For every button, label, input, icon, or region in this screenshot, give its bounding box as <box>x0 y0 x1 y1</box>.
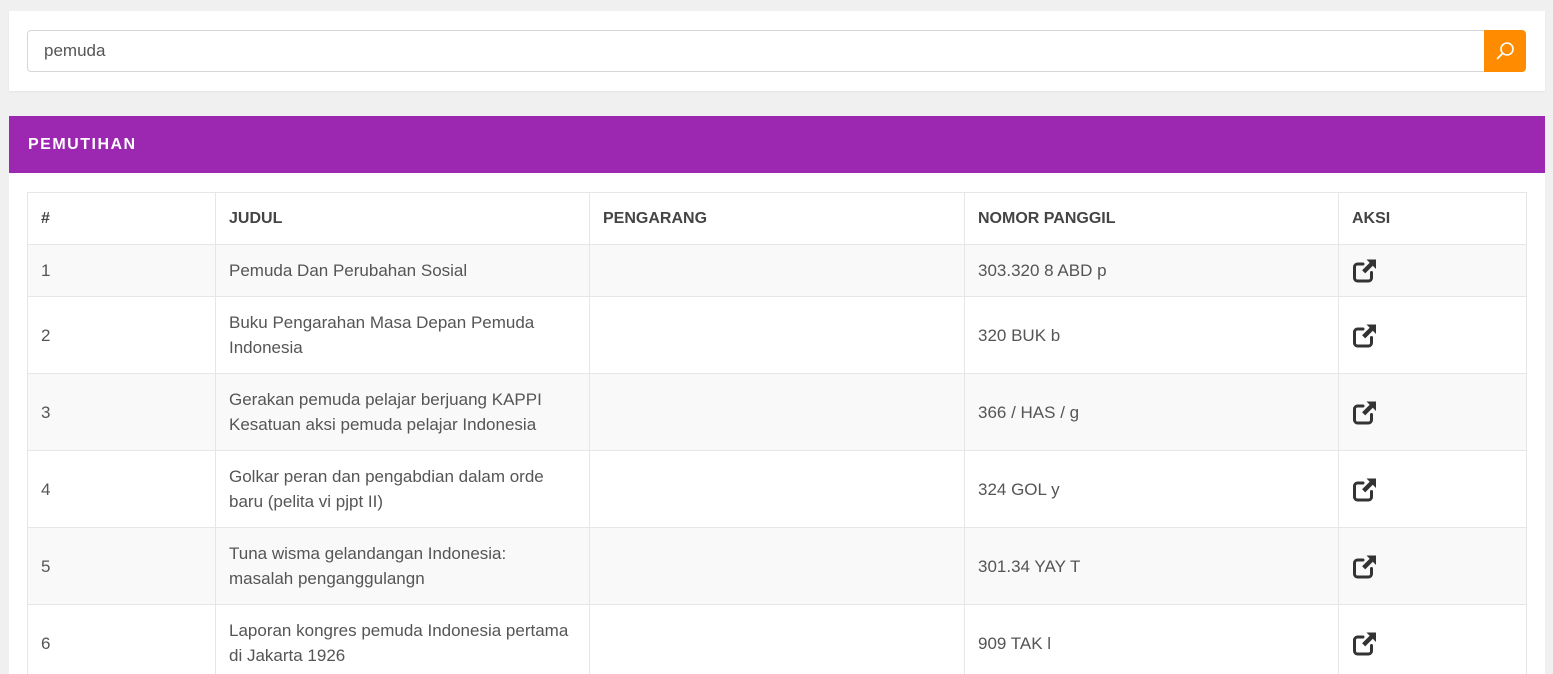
author <box>589 527 965 605</box>
action-cell <box>1338 244 1527 297</box>
author <box>589 296 965 374</box>
book-title-cell: Golkar peran dan pengabdian dalam orde b… <box>215 450 590 528</box>
call-number: 324 GOL y <box>964 450 1339 528</box>
column-header-call-number: NOMOR PANGGIL <box>964 192 1339 245</box>
table-row: 2 Buku Pengarahan Masa Depan Pemuda Indo… <box>27 296 1527 374</box>
action-cell <box>1338 450 1527 528</box>
row-number: 3 <box>27 373 216 451</box>
search-input[interactable] <box>27 30 1484 72</box>
author <box>589 244 965 297</box>
table-row: 4 Golkar peran dan pengabdian dalam orde… <box>27 450 1527 528</box>
book-title-cell: Pemuda Dan Perubahan Sosial <box>215 244 590 297</box>
call-number: 909 TAK l <box>964 604 1339 674</box>
search-card <box>9 11 1545 91</box>
open-detail-button[interactable] <box>1352 258 1378 283</box>
action-cell <box>1338 527 1527 605</box>
panel-body: # JUDUL PENGARANG NOMOR PANGGIL AKSI 1 P… <box>9 173 1545 674</box>
book-title: Pemuda Dan Perubahan Sosial <box>229 261 468 280</box>
external-link-icon[interactable] <box>1352 400 1378 425</box>
external-link-icon[interactable] <box>1352 631 1378 656</box>
call-number: 301.34 YAY T <box>964 527 1339 605</box>
book-title: Buku Pengarahan Masa Depan Pemuda Indone… <box>229 313 535 357</box>
external-link-icon[interactable] <box>1352 258 1378 283</box>
action-cell <box>1338 604 1527 674</box>
call-number: 366 / HAS / g <box>964 373 1339 451</box>
external-link-icon[interactable] <box>1352 323 1378 348</box>
book-title-cell: Tuna wisma gelandangan Indonesia: masala… <box>215 527 590 605</box>
open-detail-button[interactable] <box>1352 477 1378 502</box>
open-detail-button[interactable] <box>1352 400 1378 425</box>
row-number: 2 <box>27 296 216 374</box>
results-table: # JUDUL PENGARANG NOMOR PANGGIL AKSI 1 P… <box>27 192 1527 674</box>
action-cell <box>1338 373 1527 451</box>
row-number: 5 <box>27 527 216 605</box>
column-header-title: JUDUL <box>215 192 590 245</box>
book-title: Golkar peran dan pengabdian dalam orde b… <box>229 467 544 511</box>
call-number: 303.320 8 ABD p <box>964 244 1339 297</box>
results-panel: PEMUTIHAN # JUDUL PENGARANG NOMOR PANGGI… <box>9 116 1545 674</box>
action-cell <box>1338 296 1527 374</box>
external-link-icon[interactable] <box>1352 554 1378 579</box>
book-title-cell: Laporan kongres pemuda Indonesia pertama… <box>215 604 590 674</box>
column-header-number: # <box>27 192 216 245</box>
row-number: 6 <box>27 604 216 674</box>
table-header-row: # JUDUL PENGARANG NOMOR PANGGIL AKSI <box>27 192 1527 245</box>
column-header-action: AKSI <box>1338 192 1527 245</box>
book-title: Laporan kongres pemuda Indonesia pertama… <box>229 621 569 665</box>
table-row: 3 Gerakan pemuda pelajar berjuang KAPPI … <box>27 373 1527 451</box>
column-header-author: PENGARANG <box>589 192 965 245</box>
search-button[interactable] <box>1484 30 1526 72</box>
row-number: 1 <box>27 244 216 297</box>
table-row: 6 Laporan kongres pemuda Indonesia perta… <box>27 604 1527 674</box>
open-detail-button[interactable] <box>1352 554 1378 579</box>
open-detail-button[interactable] <box>1352 631 1378 656</box>
panel-title: PEMUTIHAN <box>9 116 1545 173</box>
table-row: 1 Pemuda Dan Perubahan Sosial 303.320 8 … <box>27 244 1527 297</box>
author <box>589 450 965 528</box>
call-number: 320 BUK b <box>964 296 1339 374</box>
author <box>589 373 965 451</box>
table-row: 5 Tuna wisma gelandangan Indonesia: masa… <box>27 527 1527 605</box>
author <box>589 604 965 674</box>
book-title: Gerakan pemuda pelajar berjuang KAPPI Ke… <box>229 390 542 434</box>
external-link-icon[interactable] <box>1352 477 1378 502</box>
book-title-cell: Gerakan pemuda pelajar berjuang KAPPI Ke… <box>215 373 590 451</box>
search-icon[interactable] <box>1494 40 1516 62</box>
book-title-cell: Buku Pengarahan Masa Depan Pemuda Indone… <box>215 296 590 374</box>
book-title: Tuna wisma gelandangan Indonesia: masala… <box>229 544 507 588</box>
open-detail-button[interactable] <box>1352 323 1378 348</box>
row-number: 4 <box>27 450 216 528</box>
